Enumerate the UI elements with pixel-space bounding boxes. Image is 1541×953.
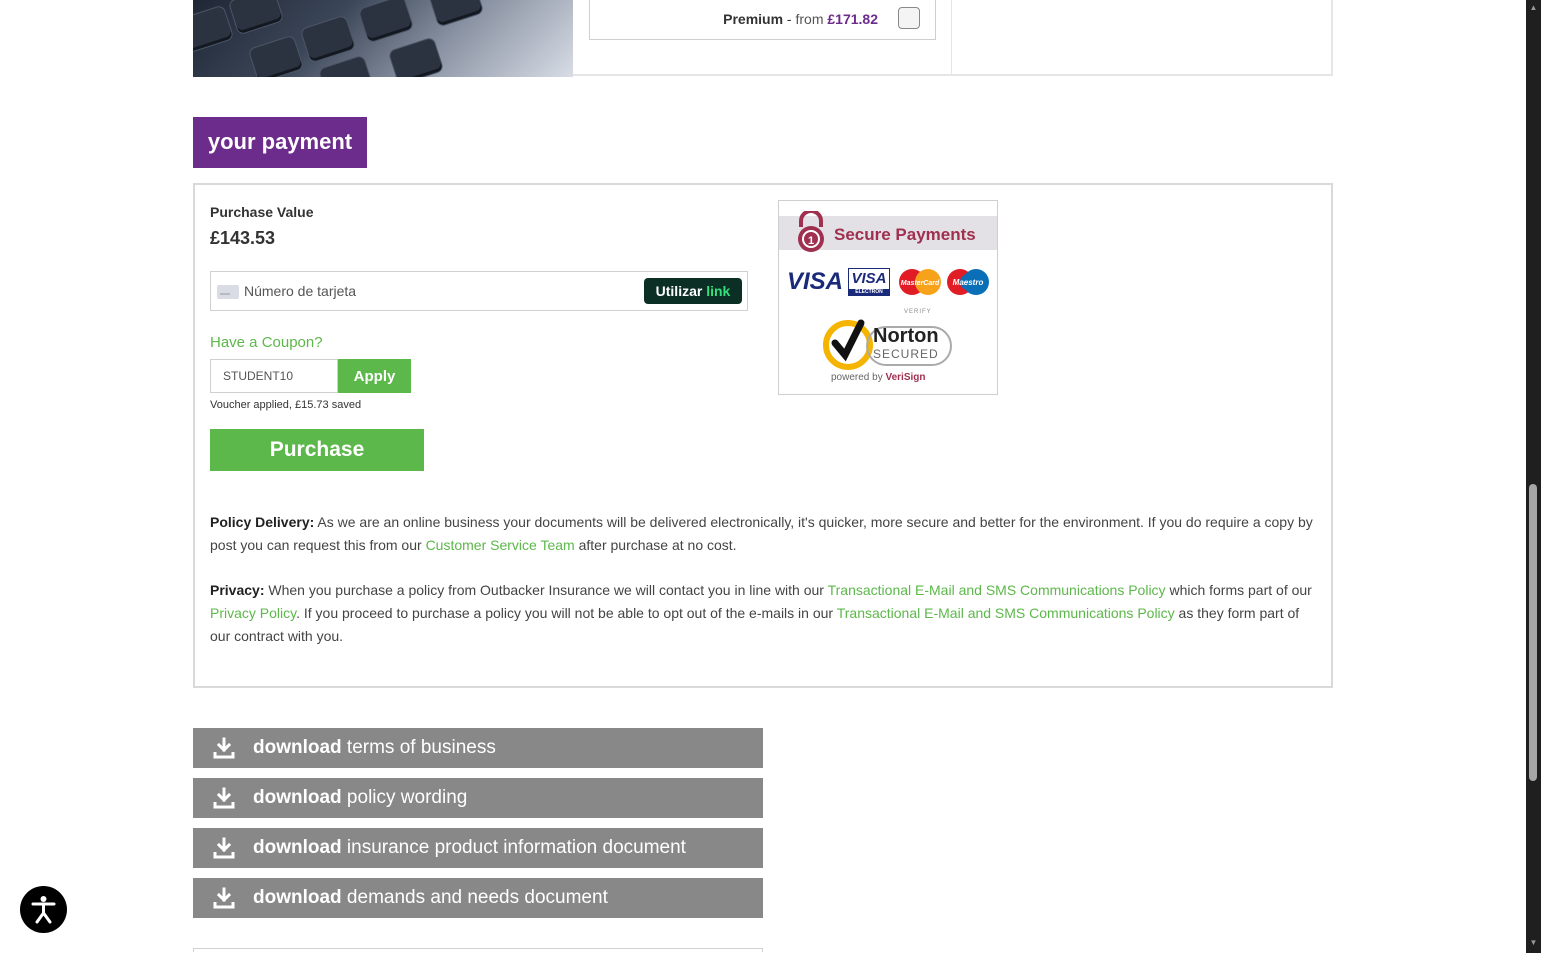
- privacy-label: Privacy:: [210, 582, 265, 598]
- panel-divider: [951, 0, 952, 75]
- premium-name: Premium: [723, 11, 784, 27]
- svg-text:MasterCard: MasterCard: [901, 280, 940, 287]
- premium-price: £171.82: [827, 11, 878, 27]
- communications-policy-link[interactable]: Transactional E-Mail and SMS Communicati…: [828, 582, 1166, 598]
- download-product-information-document[interactable]: download insurance product information d…: [193, 828, 763, 868]
- keyboard-photo: [193, 0, 573, 77]
- secure-payments-badge: 1 Secure Payments VISA VISA ELECTRON Mas…: [778, 200, 998, 395]
- privacy-policy-link[interactable]: Privacy Policy: [210, 605, 296, 621]
- premium-from: from: [795, 11, 824, 27]
- use-link-button[interactable]: Utilizar link: [644, 278, 742, 304]
- svg-text:Maestro: Maestro: [953, 278, 984, 287]
- coupon-input[interactable]: [210, 359, 338, 393]
- purchase-value-label: Purchase Value: [210, 204, 314, 220]
- norton-name: Norton: [873, 325, 939, 347]
- download-icon: [213, 837, 235, 859]
- credit-card-icon: [217, 285, 239, 299]
- your-payment-heading: your payment: [193, 117, 367, 168]
- scroll-down-arrow[interactable]: ▼: [1526, 938, 1541, 948]
- voucher-applied-message: Voucher applied, £15.73 saved: [210, 399, 362, 411]
- norton-secured: SECURED: [873, 347, 939, 361]
- powered-by-verisign: powered by VeriSign: [831, 372, 926, 383]
- policy-delivery-label: Policy Delivery:: [210, 514, 315, 530]
- maestro-logo: Maestro: [947, 269, 989, 295]
- download-icon: [213, 787, 235, 809]
- visa-logo: VISA: [787, 268, 844, 295]
- apply-coupon-button[interactable]: Apply: [338, 359, 411, 393]
- next-section-edge: [193, 948, 763, 952]
- purchase-value: £143.53: [210, 228, 276, 248]
- customer-service-link[interactable]: Customer Service Team: [426, 537, 575, 553]
- scroll-thumb[interactable]: [1529, 484, 1537, 781]
- download-demands-and-needs[interactable]: download demands and needs document: [193, 878, 763, 918]
- scroll-up-arrow[interactable]: ▲: [1526, 3, 1541, 13]
- premium-option[interactable]: Premium - from £171.82: [589, 0, 936, 40]
- communications-policy-link-2[interactable]: Transactional E-Mail and SMS Communicati…: [837, 605, 1175, 621]
- policy-delivery-paragraph: Policy Delivery: As we are an online bus…: [210, 514, 1313, 553]
- download-policy-wording[interactable]: download policy wording: [193, 778, 763, 818]
- download-terms-of-business[interactable]: download terms of business: [193, 728, 763, 768]
- svg-text:1: 1: [808, 235, 814, 247]
- purchase-button[interactable]: Purchase: [210, 429, 424, 471]
- premium-option-label: Premium - from £171.82: [723, 11, 878, 27]
- premium-checkbox[interactable]: [898, 7, 920, 29]
- accessibility-button[interactable]: [20, 886, 67, 933]
- privacy-paragraph: Privacy: When you purchase a policy from…: [210, 582, 1312, 644]
- padlock-icon: 1: [798, 211, 824, 252]
- visa-electron-logo: VISA ELECTRON: [848, 268, 890, 296]
- secure-payments-title: Secure Payments: [834, 225, 976, 244]
- download-icon: [213, 737, 235, 759]
- accessibility-icon: [31, 896, 56, 924]
- download-icon: [213, 887, 235, 909]
- link-logo: link: [706, 283, 731, 299]
- card-number-field[interactable]: Utilizar link: [210, 271, 748, 311]
- page-scrollbar[interactable]: ▲ ▼: [1526, 0, 1541, 953]
- card-number-input[interactable]: [244, 280, 624, 302]
- mastercard-logo: MasterCard: [899, 269, 941, 295]
- have-coupon-link[interactable]: Have a Coupon?: [210, 334, 323, 351]
